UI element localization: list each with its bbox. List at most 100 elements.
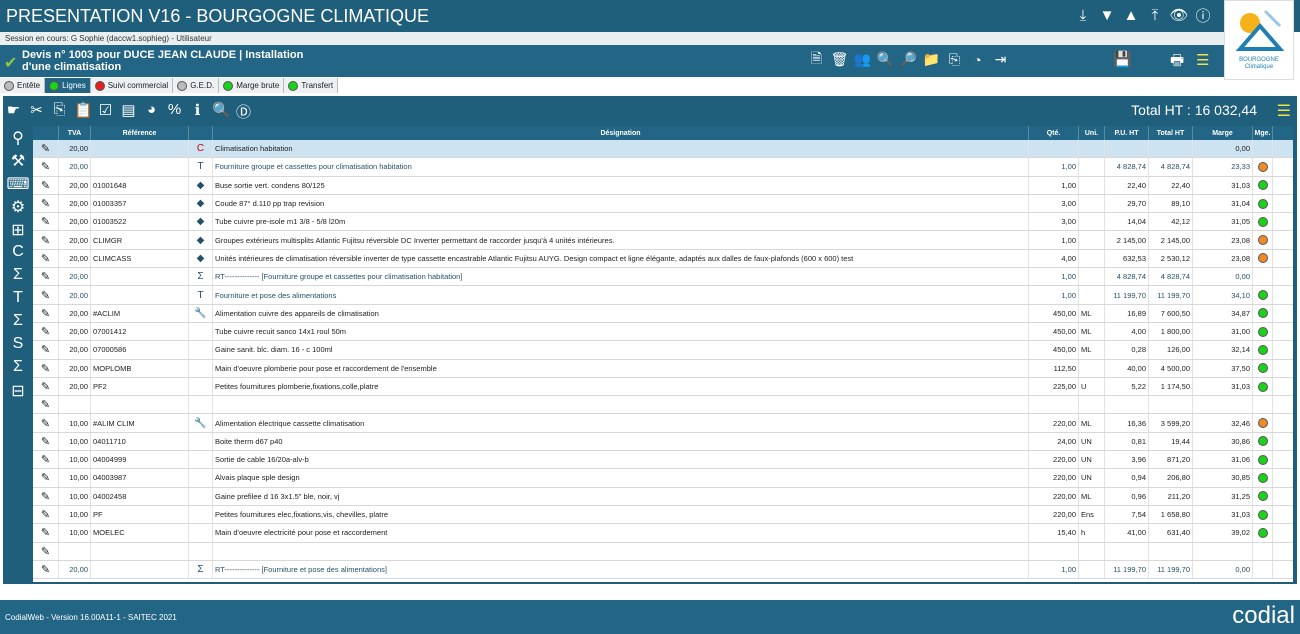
- edit-icon[interactable]: ✎: [33, 304, 59, 322]
- zoom-icon[interactable]: 🔍: [212, 101, 231, 122]
- edit-icon[interactable]: ✎: [33, 505, 59, 524]
- edit-icon[interactable]: ✎: [33, 176, 59, 194]
- doc-search-icon[interactable]: 🔎: [900, 50, 917, 69]
- hand-icon[interactable]: ☛: [5, 101, 22, 122]
- edit-icon[interactable]: ✎: [33, 396, 59, 414]
- copy-line-icon[interactable]: ⎘: [51, 101, 68, 122]
- tab-ged[interactable]: G.E.D.: [173, 78, 220, 93]
- edit-icon[interactable]: ✎: [33, 451, 59, 469]
- trash-icon[interactable]: 🗑: [831, 50, 849, 69]
- table-row[interactable]: ✎ 20,00 CLIMGR ◆ Groupes extérieurs multispl…: [33, 231, 1293, 250]
- table-row[interactable]: ✎ 10,00 #ALIM CLIM 🔧 Alimentation électrique…: [33, 414, 1293, 433]
- table-row[interactable]: ✎ 20,00 PF2 Petites fournitures plomberie,f…: [33, 377, 1293, 397]
- table-row[interactable]: ✎ 10,00 04011710 Boite therm d67 p40 24,00 UN…: [33, 432, 1293, 452]
- table-row[interactable]: ✎ 20,00 Σ RT-------------- [Fourniture et p…: [33, 560, 1293, 580]
- d-icon[interactable]: Ⓓ: [235, 101, 252, 122]
- table-row[interactable]: ✎ 20,00 T Fourniture groupe et cassettes po…: [33, 158, 1293, 177]
- pie-chart-icon[interactable]: ◔: [969, 50, 986, 69]
- edit-icon[interactable]: ✎: [33, 560, 59, 579]
- save-icon[interactable]: 💾: [1113, 50, 1132, 68]
- edit-icon[interactable]: ✎: [33, 414, 59, 432]
- col-mge[interactable]: Mge.: [1253, 126, 1273, 140]
- chapter-icon[interactable]: C: [12, 243, 24, 266]
- table-row[interactable]: ✎ 20,00 07001412 Tube cuivre recuit sanco 1…: [33, 322, 1293, 342]
- edit-icon[interactable]: ✎: [33, 542, 59, 560]
- col-uni[interactable]: Uni.: [1079, 126, 1105, 140]
- sum-icon[interactable]: Σ: [13, 266, 23, 289]
- arrow-up-icon[interactable]: ▲: [1122, 6, 1140, 24]
- worker-icon[interactable]: ⚒: [11, 151, 25, 174]
- table-row[interactable]: ✎ 20,00 C Climatisation habitation 0,00: [33, 140, 1293, 159]
- tab-lignes[interactable]: Lignes: [45, 78, 91, 93]
- print-icon[interactable]: 🖶: [1170, 50, 1184, 75]
- edit-icon[interactable]: ✎: [33, 341, 59, 359]
- add-doc-icon[interactable]: 🗎: [808, 50, 825, 69]
- table-row[interactable]: ✎ 20,00 Σ RT-------------- [Fourniture grou…: [33, 268, 1293, 287]
- copy-icon[interactable]: ⎘: [946, 50, 963, 69]
- edit-icon[interactable]: ✎: [33, 140, 59, 158]
- table-row[interactable]: ✎ 10,00 04003987 Alvais plaque sple design 2…: [33, 469, 1293, 488]
- edit-icon[interactable]: ✎: [33, 249, 59, 268]
- table-row[interactable]: ✎ 10,00 04004999 Sortie de cable 16/20a-alv…: [33, 451, 1293, 470]
- table-row[interactable]: ✎ 20,00 #ACLIM 🔧 Alimentation cuivre des app…: [33, 304, 1293, 323]
- edit-icon[interactable]: ✎: [33, 377, 59, 396]
- search-person-icon[interactable]: ⚲: [12, 128, 24, 151]
- sum3-icon[interactable]: Σ: [13, 358, 23, 381]
- sum2-icon[interactable]: Σ: [13, 312, 23, 335]
- table-row[interactable]: ✎: [33, 542, 1293, 561]
- edit-icon[interactable]: ✎: [33, 432, 59, 451]
- col-qte[interactable]: Qté.: [1029, 126, 1079, 140]
- table-row[interactable]: ✎: [33, 396, 1293, 415]
- col-pu[interactable]: P.U. HT: [1105, 126, 1149, 140]
- tab-marge-brute[interactable]: Marge brute: [219, 78, 285, 93]
- col-total[interactable]: Total HT: [1149, 126, 1193, 140]
- keyboard-icon[interactable]: ⌨: [6, 174, 29, 197]
- info-icon[interactable]: ⓘ: [1194, 6, 1212, 25]
- edit-icon[interactable]: ✎: [33, 524, 59, 542]
- table-row[interactable]: ✎ 10,00 MOELEC Main d'oeuvre electricité po…: [33, 524, 1293, 543]
- move-bottom-icon[interactable]: ⤓: [1074, 6, 1092, 24]
- cut-icon[interactable]: ✂: [28, 101, 45, 122]
- edit-icon[interactable]: ✎: [33, 322, 59, 341]
- edit-icon[interactable]: ✎: [33, 268, 59, 286]
- edit-icon[interactable]: ✎: [33, 286, 59, 304]
- table-row[interactable]: ✎ 10,00 PF Petites fournitures elec,fixatio…: [33, 505, 1293, 525]
- tab-transfert[interactable]: Transfert: [284, 78, 339, 93]
- move-top-icon[interactable]: ⤒: [1146, 6, 1164, 24]
- checklist-icon[interactable]: ☑: [97, 101, 114, 122]
- menu-icon[interactable]: ☰: [1196, 51, 1209, 69]
- edit-icon[interactable]: ✎: [33, 194, 59, 213]
- tab-suivi-commercial[interactable]: Suivi commercial: [90, 78, 174, 93]
- search-people-icon[interactable]: 👥: [854, 50, 871, 69]
- paste-icon[interactable]: 📋: [74, 101, 93, 122]
- add-line-icon[interactable]: ⊞: [11, 220, 24, 243]
- stamp-icon[interactable]: ▤: [120, 101, 137, 122]
- table-row[interactable]: ✎ 20,00 MOPLOMB Main d'oeuvre plomberie pou…: [33, 359, 1293, 378]
- info-box-icon[interactable]: ℹ: [189, 101, 206, 122]
- table-row[interactable]: ✎ 20,00 T Fourniture et pose des alimentati…: [33, 286, 1293, 305]
- col-marge[interactable]: Marge: [1193, 126, 1253, 140]
- table-row[interactable]: ✎ 20,00 CLIMCASS ◆ Unités intérieures de cli…: [33, 249, 1293, 269]
- folder-search-icon[interactable]: 📁: [923, 50, 940, 69]
- edit-icon[interactable]: ✎: [33, 487, 59, 505]
- tools-icon[interactable]: ⚙: [11, 197, 25, 220]
- table-row[interactable]: ✎ 10,00 04002458 Gaine prefilee d 16 3x1.5"…: [33, 487, 1293, 506]
- title-icon[interactable]: T: [13, 289, 23, 312]
- table-row[interactable]: ✎ 20,00 01001648 ◆ Buse sortie vert. condens…: [33, 176, 1293, 195]
- edit-icon[interactable]: ✎: [33, 359, 59, 377]
- edit-icon[interactable]: ✎: [33, 231, 59, 249]
- edit-icon[interactable]: ✎: [33, 469, 59, 487]
- st-icon[interactable]: S: [13, 335, 24, 358]
- transfer-icon[interactable]: ⇥: [992, 50, 1009, 69]
- edit-icon[interactable]: ✎: [33, 213, 59, 231]
- arrow-down-icon[interactable]: ▼: [1098, 6, 1116, 24]
- col-des[interactable]: Désignation: [213, 126, 1029, 140]
- search-icon[interactable]: 🔍: [877, 50, 894, 69]
- tab-entete[interactable]: Entête: [0, 78, 46, 93]
- pie-icon[interactable]: ◕: [143, 101, 160, 122]
- remove-line-icon[interactable]: ⊟: [11, 381, 24, 404]
- table-row[interactable]: ✎ 20,00 01003522 ◆ Tube cuivre pre-isole m1 …: [33, 213, 1293, 232]
- table-row[interactable]: ✎ 20,00 07000586 Gaine sanit. blc. diam. 16…: [33, 341, 1293, 360]
- col-tva[interactable]: TVA: [59, 126, 91, 140]
- edit-icon[interactable]: ✎: [33, 158, 59, 176]
